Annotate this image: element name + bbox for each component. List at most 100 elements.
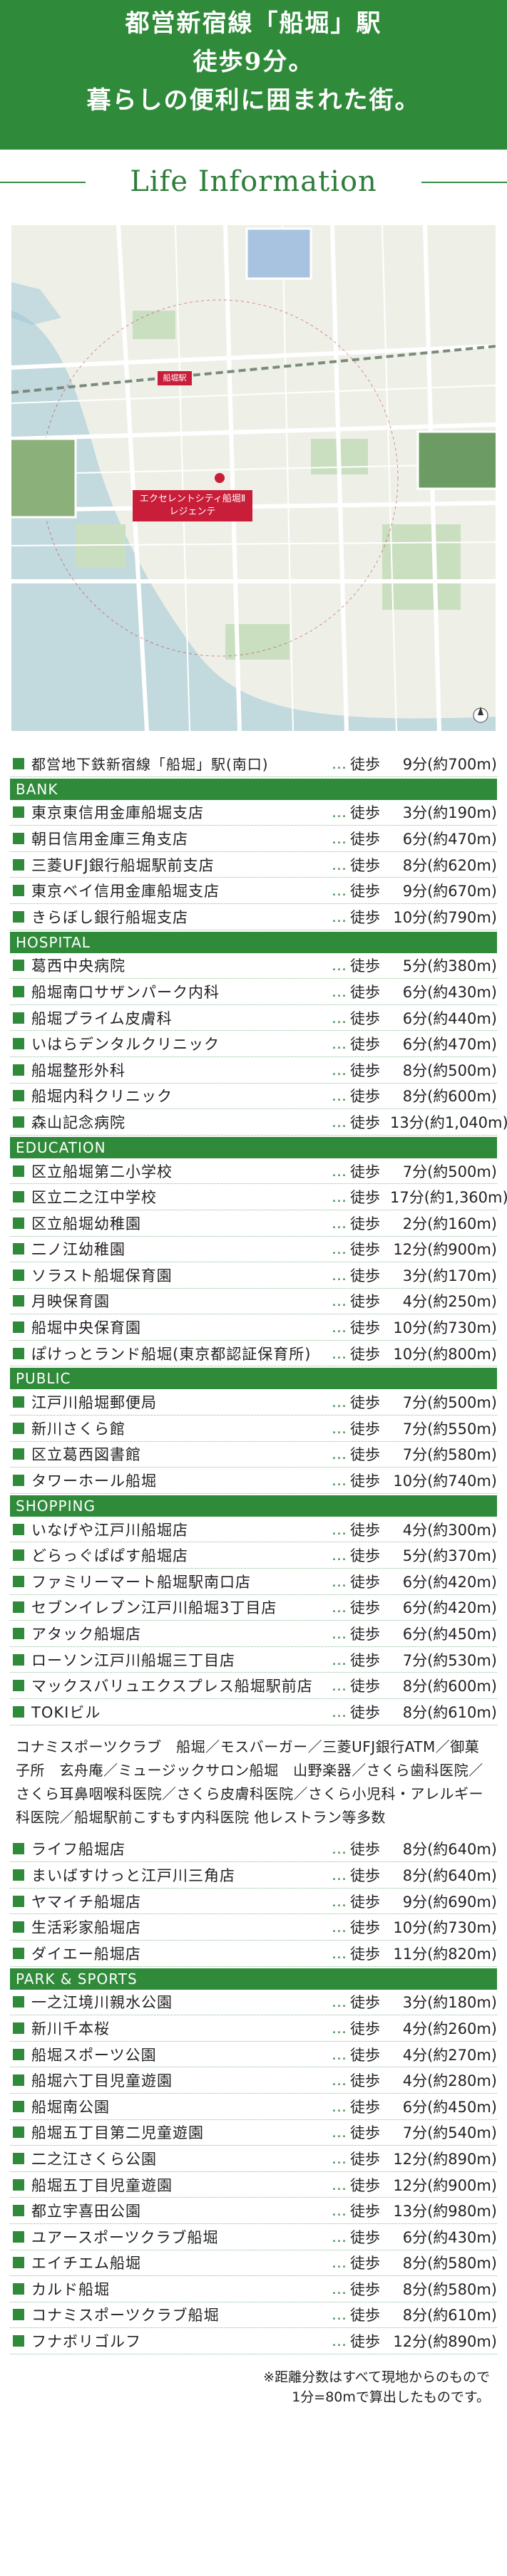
list-item: ソラスト船堀保育園 … 徒歩 3分(約170m) — [10, 1262, 497, 1289]
walk-label: 徒歩 — [350, 2176, 380, 2194]
bullet-square-icon — [13, 1653, 24, 1666]
facility-name: 船堀六丁目児童遊園 — [31, 2072, 173, 2090]
leader-dots: … — [332, 1292, 347, 1310]
walk-label: 徒歩 — [350, 2280, 380, 2298]
walk-distance: 8分(約610m) — [402, 2307, 497, 2325]
heading-rule-right — [421, 182, 507, 183]
leader-dots: … — [332, 1892, 347, 1910]
page: 都営新宿線「船堀」駅 徒歩9分。 暮らしの便利に囲まれた街。 Life Info… — [0, 0, 507, 2576]
list-item: 新川さくら館 … 徒歩 7分(約550m) — [10, 1416, 497, 1442]
walk-label: 徒歩 — [350, 755, 380, 773]
list-item: セブンイレブン江戸川船堀3丁目店 … 徒歩 6分(約420m) — [10, 1595, 497, 1621]
walk-label: 徒歩 — [350, 804, 380, 822]
walk-distance: 6分(約450m) — [402, 2098, 497, 2116]
bullet-square-icon — [13, 910, 24, 923]
walk-label: 徒歩 — [350, 883, 380, 900]
bullet-square-icon — [13, 1843, 24, 1855]
walk-distance: 8分(約600m) — [402, 1678, 497, 1695]
facility-name: 東京東信用金庫船堀支店 — [31, 804, 204, 822]
bullet-square-icon — [13, 1549, 24, 1562]
facility-name: タワーホール船堀 — [31, 1473, 157, 1490]
category-header: SHOPPING — [10, 1495, 497, 1517]
list-item: いなげや江戸川船堀店 … 徒歩 4分(約300m) — [10, 1517, 497, 1543]
bullet-square-icon — [13, 2100, 24, 2112]
bullet-square-icon — [13, 2152, 24, 2164]
leader-dots: … — [332, 1188, 347, 1206]
bullet-square-icon — [13, 1295, 24, 1307]
facility-name: 二之江さくら公園 — [31, 2150, 157, 2168]
walk-distance: 4分(約280m) — [402, 2072, 497, 2090]
walk-distance: 2分(約160m) — [402, 1215, 497, 1232]
list-item: 船堀五丁目児童遊園 … 徒歩 12分(約900m) — [10, 2172, 497, 2198]
facility-name: 船堀整形外科 — [31, 1061, 126, 1079]
facility-name: ライフ船堀店 — [31, 1841, 126, 1859]
walk-label: 徒歩 — [350, 1319, 380, 1337]
walk-distance: 4分(約260m) — [402, 2020, 497, 2037]
walk-distance: 10分(約800m) — [393, 1345, 497, 1363]
bullet-square-icon — [13, 2335, 24, 2347]
walk-distance: 3分(約170m) — [402, 1267, 497, 1284]
leader-dots: … — [332, 1445, 347, 1463]
facility-list: 都営地下鉄新宿線「船堀」駅(南口) … 徒歩 9分(約700m) BANK 東京東… — [10, 751, 507, 2407]
facility-name: 船堀五丁目第二児童遊園 — [31, 2124, 204, 2142]
leader-dots: … — [332, 882, 347, 900]
facility-name: 都立宇喜田公園 — [31, 2203, 141, 2221]
bullet-square-icon — [13, 1921, 24, 1933]
list-item: エイチエム船堀 … 徒歩 8分(約580m) — [10, 2250, 497, 2277]
facility-name: ヤマイチ船堀店 — [31, 1893, 141, 1911]
leader-dots: … — [332, 2019, 347, 2037]
walk-label: 徒歩 — [350, 1036, 380, 1054]
list-item: 朝日信用金庫三角支店 … 徒歩 6分(約470m) — [10, 826, 497, 852]
bullet-square-icon — [13, 2230, 24, 2243]
facility-name: 区立船堀幼稚園 — [31, 1215, 141, 1232]
walk-distance: 6分(約440m) — [402, 1009, 497, 1027]
bullet-square-icon — [13, 757, 24, 769]
bullet-square-icon — [13, 1396, 24, 1408]
bullet-square-icon — [13, 1422, 24, 1434]
section-title: Life Information — [130, 165, 377, 198]
facility-name: 船堀プライム皮膚科 — [31, 1009, 173, 1027]
list-item: 船堀スポーツ公園 … 徒歩 4分(約270m) — [10, 2042, 497, 2068]
list-item: ぽけっとランド船堀(東京都認証保育所) … 徒歩 10分(約800m) — [10, 1341, 497, 1367]
leader-dots: … — [332, 754, 347, 772]
leader-dots: … — [332, 1840, 347, 1858]
list-item: 区立葛西図書館 … 徒歩 7分(約580m) — [10, 1442, 497, 1468]
leader-dots: … — [332, 908, 347, 925]
walk-label: 徒歩 — [350, 1241, 380, 1259]
walk-distance: 12分(約900m) — [393, 1241, 497, 1259]
walk-label: 徒歩 — [350, 2150, 380, 2168]
leader-dots: … — [332, 1651, 347, 1668]
area-map: 船堀駅 エクセレントシティ船堀Ⅱ レジェンテ — [11, 225, 496, 731]
walk-distance: 4分(約300m) — [402, 1521, 497, 1539]
walk-label: 徒歩 — [350, 1651, 380, 1669]
facility-name: ぽけっとランド船堀(東京都認証保育所) — [31, 1345, 312, 1363]
list-item: ユアースポーツクラブ船堀 … 徒歩 6分(約430m) — [10, 2224, 497, 2250]
walk-distance: 8分(約580m) — [402, 2280, 497, 2298]
walk-label: 徒歩 — [350, 1009, 380, 1027]
list-item: 東京ベイ信用金庫船堀支店 … 徒歩 9分(約670m) — [10, 878, 497, 904]
leader-dots: … — [332, 2097, 347, 2115]
leader-dots: … — [332, 1009, 347, 1027]
walk-distance: 6分(約470m) — [402, 830, 497, 848]
facility-name: 新川さくら館 — [31, 1420, 126, 1438]
category-header-park: PARK & SPORTS — [10, 1968, 497, 1990]
leader-dots: … — [332, 1625, 347, 1643]
walk-distance: 9分(約700m) — [402, 755, 497, 773]
leader-dots: … — [332, 1087, 347, 1105]
walk-distance: 13分(約1,040m) — [390, 1113, 507, 1131]
walk-label: 徒歩 — [350, 1599, 380, 1617]
list-item: 船堀内科クリニック … 徒歩 8分(約600m) — [10, 1084, 497, 1110]
leader-dots: … — [332, 2124, 347, 2141]
walk-label: 徒歩 — [350, 2020, 380, 2037]
leader-dots: … — [332, 804, 347, 821]
hero-banner: 都営新宿線「船堀」駅 徒歩9分。 暮らしの便利に囲まれた街。 — [0, 0, 507, 150]
list-item: アタック船堀店 … 徒歩 6分(約450m) — [10, 1621, 497, 1647]
walk-label: 徒歩 — [350, 1626, 380, 1643]
list-item: 船堀南公園 … 徒歩 6分(約450m) — [10, 2094, 497, 2120]
walk-label: 徒歩 — [350, 2098, 380, 2116]
list-item: 生活彩家船堀店 … 徒歩 10分(約730m) — [10, 1914, 497, 1941]
bullet-square-icon — [13, 832, 24, 844]
bullet-square-icon — [13, 1996, 24, 2008]
walk-distance: 4分(約250m) — [402, 1293, 497, 1311]
walk-label: 徒歩 — [350, 2124, 380, 2142]
